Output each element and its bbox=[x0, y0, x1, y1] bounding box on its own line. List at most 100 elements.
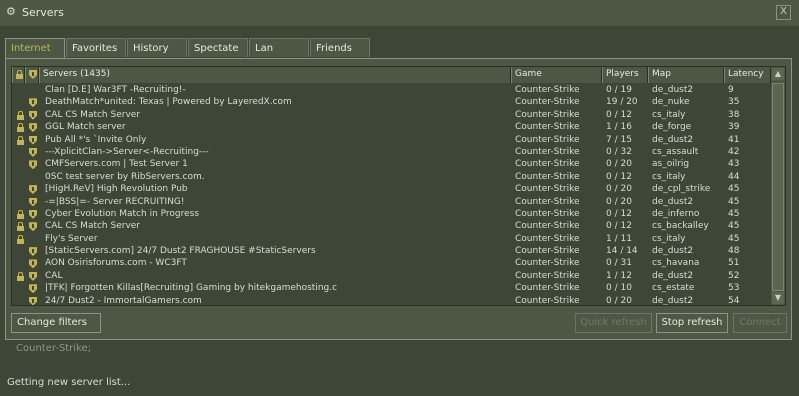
server-latency: 52 bbox=[728, 270, 740, 281]
server-latency: 53 bbox=[728, 283, 740, 294]
tab-friends[interactable]: Friends bbox=[310, 38, 370, 57]
map-column-header[interactable]: Map bbox=[648, 67, 724, 83]
table-row[interactable]: -=|BSS|=- Server RECRUITING! Counter-Stri… bbox=[12, 196, 771, 208]
change-filters-button[interactable]: Change filters bbox=[11, 313, 101, 333]
server-game: Counter-Strike bbox=[515, 184, 580, 195]
server-game: Counter-Strike bbox=[515, 258, 580, 269]
server-map: cs_italy bbox=[652, 109, 686, 120]
lock-icon bbox=[17, 110, 24, 120]
table-row[interactable]: CAL Counter-Strike 1 / 12 de_dust2 52 bbox=[12, 270, 771, 282]
window-title: Servers bbox=[22, 6, 64, 19]
vac-shield-icon bbox=[29, 135, 37, 145]
lock-icon bbox=[16, 70, 23, 79]
table-row[interactable]: 24/7 Dust2 - ImmortalGamers.com Counter-S… bbox=[12, 295, 771, 306]
table-row[interactable]: Pub All *'s `Invite Only Counter-Strike 7 … bbox=[12, 134, 771, 146]
tab-history[interactable]: History bbox=[127, 38, 187, 57]
server-players: 1 / 16 bbox=[606, 122, 632, 133]
table-row[interactable]: DeathMatch*united: Texas | Powered by La… bbox=[12, 96, 771, 108]
server-latency: 44 bbox=[728, 171, 740, 182]
table-row[interactable]: [StaticServers.com] 24/7 Dust2 FRAGHOUSE… bbox=[12, 245, 771, 257]
scroll-up-icon[interactable]: ▲ bbox=[772, 68, 784, 80]
vertical-scrollbar[interactable]: ▲ ▼ bbox=[771, 67, 785, 305]
quick-refresh-button[interactable]: Quick refresh bbox=[575, 313, 652, 333]
table-row[interactable]: Cyber Evolution Match in Progress Counter… bbox=[12, 208, 771, 220]
server-latency: 54 bbox=[728, 295, 740, 306]
server-name: [StaticServers.com] 24/7 Dust2 FRAGHOUSE… bbox=[45, 246, 316, 257]
server-latency: 42 bbox=[728, 146, 740, 157]
vac-shield-icon bbox=[29, 185, 37, 195]
table-row[interactable]: Clan [D.E] War3FT -Recruiting!- Counter-S… bbox=[12, 84, 771, 96]
server-game: Counter-Strike bbox=[515, 122, 580, 133]
lock-icon bbox=[17, 123, 24, 133]
server-map: cs_italy bbox=[652, 233, 686, 244]
table-row[interactable]: 0SC test server by RibServers.com. Counte… bbox=[12, 171, 771, 183]
vac-shield-icon bbox=[29, 70, 37, 79]
server-name: Fly's Server bbox=[45, 233, 98, 244]
server-game: Counter-Strike bbox=[515, 85, 580, 95]
server-game: Counter-Strike bbox=[515, 109, 580, 120]
filter-summary: Counter-Strike; bbox=[16, 343, 92, 354]
lock-icon bbox=[17, 234, 24, 244]
server-game: Counter-Strike bbox=[515, 171, 580, 182]
server-rows: Clan [D.E] War3FT -Recruiting!- Counter-S… bbox=[12, 84, 771, 306]
scroll-down-icon[interactable]: ▼ bbox=[772, 292, 784, 304]
server-players: 0 / 12 bbox=[606, 221, 632, 232]
table-row[interactable]: AON Osirisforums.com - WC3FT Counter-Stri… bbox=[12, 257, 771, 269]
server-game: Counter-Strike bbox=[515, 97, 580, 108]
server-players: 0 / 20 bbox=[606, 196, 632, 207]
server-name: CAL bbox=[45, 270, 63, 281]
server-game: Counter-Strike bbox=[515, 146, 580, 157]
table-row[interactable]: CAL CS Match Server Counter-Strike 0 / 12 c… bbox=[12, 109, 771, 121]
server-latency: 43 bbox=[728, 159, 740, 170]
table-row[interactable]: |TFK| Forgotten Killas[Recruiting] Gamin… bbox=[12, 282, 771, 294]
server-map: cs_havana bbox=[652, 258, 700, 269]
server-players: 0 / 20 bbox=[606, 295, 632, 306]
scroll-thumb[interactable] bbox=[772, 83, 784, 291]
vac-shield-icon bbox=[29, 147, 37, 157]
tab-spectate[interactable]: Spectate bbox=[188, 38, 248, 57]
table-row[interactable]: Fly's Server Counter-Strike 1 / 11 cs_italy… bbox=[12, 233, 771, 245]
tab-favorites[interactable]: Favorites bbox=[66, 38, 126, 57]
vac-shield-icon bbox=[29, 197, 37, 207]
vac-column-header[interactable] bbox=[25, 67, 39, 83]
server-name: |TFK| Forgotten Killas[Recruiting] Gamin… bbox=[45, 283, 338, 294]
vac-shield-icon bbox=[29, 110, 37, 120]
vac-shield-icon bbox=[29, 123, 37, 133]
server-players: 0 / 20 bbox=[606, 159, 632, 170]
server-name: 24/7 Dust2 - ImmortalGamers.com bbox=[45, 295, 202, 306]
server-map: de_forge bbox=[652, 122, 692, 133]
server-map: cs_italy bbox=[652, 171, 686, 182]
table-row[interactable]: [HigH.ReV] High Revolution Pub Counter-St… bbox=[12, 183, 771, 195]
server-name: Pub All *'s `Invite Only bbox=[45, 134, 147, 145]
tab-internet[interactable]: Internet bbox=[5, 38, 65, 59]
table-row[interactable]: GGL Match server Counter-Strike 1 / 16 de_f… bbox=[12, 121, 771, 133]
stop-refresh-button[interactable]: Stop refresh bbox=[656, 313, 728, 333]
table-row[interactable]: ---XplicitClan->Server<-Recruiting--- Cou… bbox=[12, 146, 771, 158]
server-name: 0SC test server by RibServers.com. bbox=[45, 171, 205, 182]
players-column-header[interactable]: Players bbox=[602, 67, 648, 83]
server-map: de_dust2 bbox=[652, 85, 694, 95]
server-game: Counter-Strike bbox=[515, 283, 580, 294]
vac-shield-icon bbox=[29, 222, 37, 232]
table-row[interactable]: CAL CS Match Server Counter-Strike 0 / 12 c… bbox=[12, 220, 771, 232]
connect-button[interactable]: Connect bbox=[733, 313, 787, 333]
tab-lan[interactable]: Lan bbox=[249, 38, 309, 57]
lock-column-header[interactable] bbox=[12, 67, 25, 83]
server-map: de_dust2 bbox=[652, 134, 694, 145]
title-bar: ⚙ Servers X bbox=[0, 0, 799, 26]
vac-shield-icon bbox=[29, 284, 37, 294]
server-players: 14 / 14 bbox=[606, 246, 638, 257]
server-latency: 9 bbox=[728, 85, 734, 95]
server-latency: 39 bbox=[728, 122, 740, 133]
server-game: Counter-Strike bbox=[515, 196, 580, 207]
server-name: GGL Match server bbox=[45, 122, 126, 133]
latency-column-header[interactable]: Latency bbox=[724, 67, 771, 83]
server-map: cs_backalley bbox=[652, 221, 709, 232]
servers-column-header[interactable]: Servers (1435) bbox=[39, 67, 511, 83]
close-button[interactable]: X bbox=[776, 5, 791, 20]
server-map: de_dust2 bbox=[652, 196, 694, 207]
game-column-header[interactable]: Game bbox=[511, 67, 602, 83]
table-row[interactable]: CMFServers.com | Test Server 1 Counter-St… bbox=[12, 158, 771, 170]
server-name: -=|BSS|=- Server RECRUITING! bbox=[45, 196, 185, 207]
server-players: 0 / 19 bbox=[606, 85, 632, 95]
